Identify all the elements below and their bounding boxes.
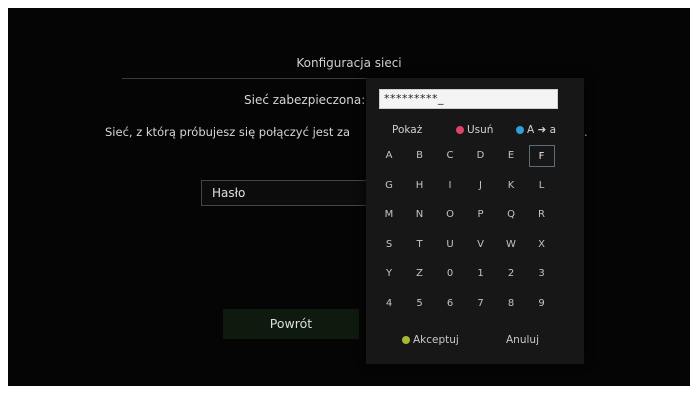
key-1[interactable]: 1	[468, 263, 494, 285]
show-password-button[interactable]: Pokaż	[392, 124, 422, 136]
key-3[interactable]: 3	[529, 263, 555, 285]
key-7[interactable]: 7	[468, 293, 494, 315]
key-l[interactable]: L	[529, 175, 555, 197]
key-k[interactable]: K	[498, 175, 524, 197]
accept-label: Akceptuj	[413, 334, 459, 346]
key-y[interactable]: Y	[376, 263, 402, 285]
key-i[interactable]: I	[437, 175, 463, 197]
key-f[interactable]: F	[528, 145, 555, 167]
network-description-end: .	[584, 125, 588, 139]
key-p[interactable]: P	[468, 204, 494, 226]
key-x[interactable]: X	[529, 234, 555, 256]
key-z[interactable]: Z	[407, 263, 433, 285]
key-s[interactable]: S	[376, 234, 402, 256]
tv-screen: Konfiguracja sieci Sieć zabezpieczona: S…	[8, 8, 690, 386]
key-r[interactable]: R	[529, 204, 555, 226]
key-9[interactable]: 9	[529, 293, 555, 315]
key-c[interactable]: C	[437, 145, 463, 167]
key-d[interactable]: D	[468, 145, 494, 167]
page-title: Konfiguracja sieci	[296, 56, 402, 70]
secured-network-label: Sieć zabezpieczona:	[244, 93, 366, 107]
delete-label: Usuń	[467, 124, 494, 136]
key-m[interactable]: M	[376, 204, 402, 226]
back-button-label: Powrót	[269, 316, 313, 331]
yellow-dot-icon	[402, 336, 410, 344]
key-2[interactable]: 2	[498, 263, 524, 285]
key-6[interactable]: 6	[437, 293, 463, 315]
key-h[interactable]: H	[407, 175, 433, 197]
cancel-button[interactable]: Anuluj	[506, 334, 539, 346]
key-o[interactable]: O	[437, 204, 463, 226]
cancel-label: Anuluj	[506, 334, 539, 346]
key-b[interactable]: B	[407, 145, 433, 167]
key-e[interactable]: E	[498, 145, 524, 167]
key-w[interactable]: W	[498, 234, 524, 256]
key-v[interactable]: V	[468, 234, 494, 256]
key-8[interactable]: 8	[498, 293, 524, 315]
key-a[interactable]: A	[376, 145, 402, 167]
show-label: Pokaż	[392, 124, 423, 136]
key-0[interactable]: 0	[437, 263, 463, 285]
accept-button[interactable]: Akceptuj	[402, 334, 459, 346]
password-field[interactable]: Hasło	[201, 180, 371, 206]
back-button[interactable]: Powrót	[223, 309, 359, 339]
key-t[interactable]: T	[407, 234, 433, 256]
case-toggle-button[interactable]: A ➜ a	[516, 124, 556, 136]
case-label: A ➜ a	[527, 124, 557, 136]
key-j[interactable]: J	[468, 175, 494, 197]
delete-button[interactable]: Usuń	[456, 124, 493, 136]
key-u[interactable]: U	[437, 234, 463, 256]
keyboard-input-value: *********_	[384, 92, 444, 105]
red-dot-icon	[456, 126, 464, 134]
key-q[interactable]: Q	[498, 204, 524, 226]
network-description: Sieć, z którą próbujesz się połączyć jes…	[105, 125, 351, 139]
blue-dot-icon	[516, 126, 524, 134]
password-placeholder: Hasło	[212, 186, 246, 200]
key-4[interactable]: 4	[376, 293, 402, 315]
key-g[interactable]: G	[376, 175, 402, 197]
keyboard-input[interactable]: *********_	[379, 89, 558, 109]
key-5[interactable]: 5	[407, 293, 433, 315]
onscreen-keyboard: *********_ Pokaż Usuń A ➜ a ABCDEF GHIJKL…	[366, 78, 584, 364]
key-n[interactable]: N	[407, 204, 433, 226]
